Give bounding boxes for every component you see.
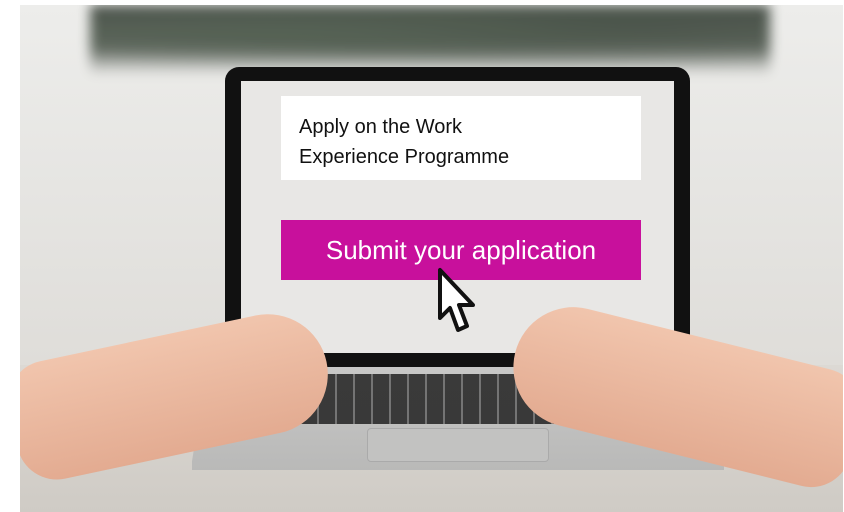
background-plants <box>90 5 770 75</box>
photo-frame: Apply on the Work Experience Programme S… <box>20 5 843 512</box>
trackpad <box>367 428 549 462</box>
cursor-arrow-icon <box>438 268 475 332</box>
page-heading: Apply on the Work Experience Programme <box>281 96 641 180</box>
laptop-screen: Apply on the Work Experience Programme S… <box>241 81 674 353</box>
